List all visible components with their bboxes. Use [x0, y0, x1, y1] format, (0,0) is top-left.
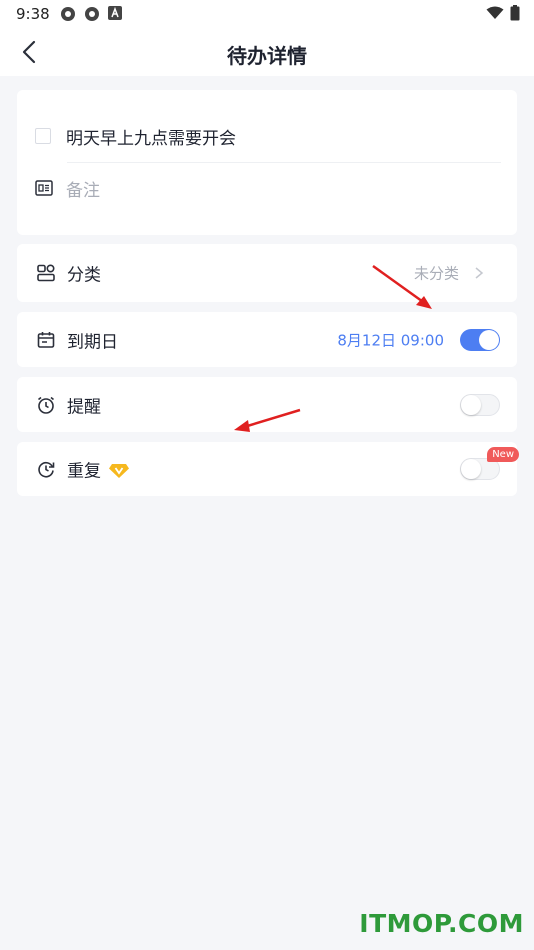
toggle-knob [461, 459, 481, 479]
repeat-clock-icon [38, 461, 55, 478]
toggle-knob [479, 329, 499, 350]
annotation-arrow-left [234, 408, 301, 432]
category-label: 分类 [67, 265, 101, 286]
chevron-right-icon [475, 267, 484, 279]
alarm-icon [38, 396, 54, 414]
category-row[interactable]: 分类 未分类 [17, 244, 517, 302]
repeat-row[interactable]: 重复 New [17, 442, 519, 496]
status-bar: 9:38 [0, 0, 534, 28]
new-badge: New [487, 447, 519, 462]
task-checkbox[interactable] [35, 128, 51, 144]
settings-flower-icon [61, 7, 75, 21]
reminder-toggle[interactable] [460, 393, 500, 416]
category-icon [37, 264, 55, 282]
vip-diamond-icon [109, 464, 129, 478]
status-right-icons [486, 5, 520, 21]
wifi-icon [486, 6, 504, 19]
note-row[interactable]: 备注 [35, 172, 501, 204]
note-icon [35, 180, 53, 196]
page-title: 待办详情 [227, 44, 307, 68]
status-left-icons [60, 6, 122, 22]
divider [67, 162, 501, 163]
top-nav-bar: 待办详情 [0, 28, 534, 76]
font-a-icon [108, 6, 122, 20]
settings-flower-icon [85, 7, 99, 21]
battery-icon [510, 5, 520, 21]
annotation-arrow-down-right [372, 264, 432, 309]
watermark: ITMOP.COM [359, 909, 524, 938]
reminder-label: 提醒 [67, 397, 101, 417]
due-date-value[interactable]: 8月12日 09:00 [337, 329, 444, 350]
repeat-label: 重复 [67, 461, 101, 482]
due-date-row[interactable]: 到期日 8月12日 09:00 [17, 312, 517, 367]
status-time: 9:38 [16, 5, 50, 23]
note-placeholder: 备注 [66, 180, 100, 201]
due-date-label: 到期日 [67, 332, 118, 352]
due-date-toggle[interactable] [460, 328, 500, 351]
calendar-icon [37, 331, 55, 348]
task-title[interactable]: 明天早上九点需要开会 [66, 124, 236, 149]
task-card: 明天早上九点需要开会 备注 [17, 90, 517, 235]
toggle-knob [461, 394, 481, 415]
task-row: 明天早上九点需要开会 [35, 120, 501, 152]
